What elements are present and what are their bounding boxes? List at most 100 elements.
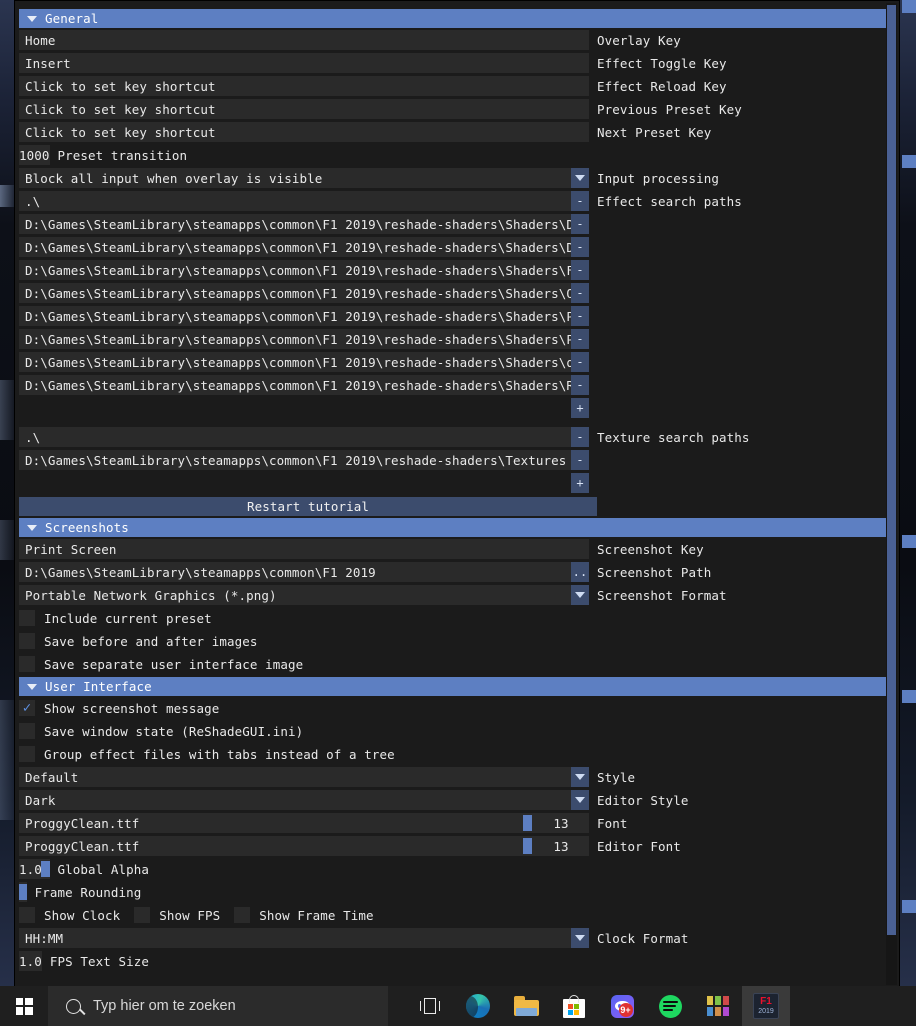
checkbox-box-show-frame-time[interactable] bbox=[234, 907, 251, 923]
checkbox-save-window-state[interactable]: Save window state (ReShadeGUI.ini) bbox=[19, 721, 899, 741]
effect-search-path-field[interactable]: D:\Games\SteamLibrary\steamapps\common\F… bbox=[19, 260, 571, 280]
preset-transition-slider[interactable]: 1000 bbox=[19, 145, 50, 165]
overlay-key-field[interactable]: Home bbox=[19, 30, 589, 50]
next-preset-key-field[interactable]: Click to set key shortcut bbox=[19, 122, 589, 142]
setting-row-input-processing: Block all input when overlay is visible … bbox=[19, 168, 899, 188]
fps-text-size-slider[interactable]: 1.0 bbox=[19, 951, 42, 971]
taskbar-button-winrar[interactable] bbox=[694, 986, 742, 1026]
effect-search-path-field[interactable]: D:\Games\SteamLibrary\steamapps\common\F… bbox=[19, 237, 571, 257]
font-label: Font bbox=[597, 815, 628, 831]
section-header-screenshots[interactable]: Screenshots bbox=[19, 518, 897, 537]
checkbox-box[interactable] bbox=[19, 610, 35, 626]
start-button[interactable] bbox=[0, 986, 48, 1026]
chevron-down-icon[interactable] bbox=[571, 585, 589, 605]
input-processing-value[interactable]: Block all input when overlay is visible bbox=[19, 168, 571, 188]
checkbox-include-current-preset[interactable]: Include current preset bbox=[19, 608, 899, 628]
slider-handle[interactable] bbox=[523, 838, 532, 854]
notification-badge: 9+ bbox=[618, 1002, 633, 1017]
remove-path-button[interactable]: - bbox=[571, 191, 589, 211]
editor-style-value[interactable]: Dark bbox=[19, 790, 571, 810]
slider-handle[interactable] bbox=[19, 884, 27, 900]
section-header-general[interactable]: General bbox=[19, 9, 897, 28]
restart-tutorial-button[interactable]: Restart tutorial bbox=[19, 497, 597, 516]
effect-search-path-field[interactable]: D:\Games\SteamLibrary\steamapps\common\F… bbox=[19, 283, 571, 303]
desktop-accent-mark bbox=[902, 155, 916, 168]
texture-search-path-field[interactable]: D:\Games\SteamLibrary\steamapps\common\F… bbox=[19, 450, 571, 470]
taskbar-button-file-explorer[interactable] bbox=[502, 986, 550, 1026]
setting-row-global-alpha: 1.00 Global Alpha bbox=[19, 859, 899, 879]
setting-row-editor-style: Dark Editor Style bbox=[19, 790, 899, 810]
checkbox-save-before-after[interactable]: Save before and after images bbox=[19, 631, 899, 651]
add-path-button[interactable]: + bbox=[571, 398, 589, 418]
checkbox-show-screenshot-message[interactable]: ✓ Show screenshot message bbox=[19, 698, 899, 718]
remove-path-button[interactable]: - bbox=[571, 427, 589, 447]
slider-handle[interactable] bbox=[523, 815, 532, 831]
taskbar-search-box[interactable]: Typ hier om te zoeken bbox=[48, 986, 388, 1026]
previous-preset-key-label: Previous Preset Key bbox=[597, 101, 742, 117]
checkbox-box[interactable]: ✓ bbox=[19, 700, 35, 716]
editor-font-size-slider[interactable]: 13 bbox=[519, 836, 589, 856]
chevron-down-icon[interactable] bbox=[571, 790, 589, 810]
taskbar-button-spotify[interactable] bbox=[646, 986, 694, 1026]
effect-search-path-row: D:\Games\SteamLibrary\steamapps\common\F… bbox=[19, 260, 899, 280]
remove-path-button[interactable]: - bbox=[571, 260, 589, 280]
remove-path-button[interactable]: - bbox=[571, 352, 589, 372]
browse-folder-button[interactable]: .. bbox=[571, 562, 589, 582]
setting-row-screenshot-path: D:\Games\SteamLibrary\steamapps\common\F… bbox=[19, 562, 899, 582]
effect-search-path-field[interactable]: .\ bbox=[19, 191, 571, 211]
checkbox-box[interactable] bbox=[19, 746, 35, 762]
chevron-down-icon[interactable] bbox=[571, 767, 589, 787]
add-path-button[interactable]: + bbox=[571, 473, 589, 493]
style-value[interactable]: Default bbox=[19, 767, 571, 787]
screenshot-key-field[interactable]: Print Screen bbox=[19, 539, 589, 559]
chevron-down-icon[interactable] bbox=[571, 168, 589, 188]
remove-path-button[interactable]: - bbox=[571, 237, 589, 257]
editor-font-name-field[interactable]: ProggyClean.ttf bbox=[19, 836, 519, 856]
remove-path-button[interactable]: - bbox=[571, 306, 589, 326]
font-size-slider[interactable]: 13 bbox=[519, 813, 589, 833]
checkbox-box[interactable] bbox=[19, 633, 35, 649]
checkbox-box[interactable] bbox=[19, 723, 35, 739]
taskbar-button-discord[interactable]: 9+ bbox=[598, 986, 646, 1026]
frame-rounding-slider[interactable]: 0 bbox=[19, 882, 27, 902]
clock-format-value[interactable]: HH:MM bbox=[19, 928, 571, 948]
font-name-field[interactable]: ProggyClean.ttf bbox=[19, 813, 519, 833]
chevron-down-icon[interactable] bbox=[571, 928, 589, 948]
screenshot-path-field[interactable]: D:\Games\SteamLibrary\steamapps\common\F… bbox=[19, 562, 571, 582]
effect-search-path-field[interactable]: D:\Games\SteamLibrary\steamapps\common\F… bbox=[19, 352, 571, 372]
taskbar-button-edge[interactable] bbox=[454, 986, 502, 1026]
panel-scrollbar[interactable] bbox=[886, 3, 897, 985]
effect-search-path-field[interactable]: D:\Games\SteamLibrary\steamapps\common\F… bbox=[19, 214, 571, 234]
effect-search-path-field[interactable]: D:\Games\SteamLibrary\steamapps\common\F… bbox=[19, 375, 571, 395]
effect-search-path-field[interactable]: D:\Games\SteamLibrary\steamapps\common\F… bbox=[19, 329, 571, 349]
effect-search-path-field[interactable]: D:\Games\SteamLibrary\steamapps\common\F… bbox=[19, 306, 571, 326]
checkbox-save-separate-ui-image[interactable]: Save separate user interface image bbox=[19, 654, 899, 674]
effect-reload-key-field[interactable]: Click to set key shortcut bbox=[19, 76, 589, 96]
remove-path-button[interactable]: - bbox=[571, 450, 589, 470]
remove-path-button[interactable]: - bbox=[571, 375, 589, 395]
texture-search-path-field[interactable]: .\ bbox=[19, 427, 571, 447]
f1-logo-text: F1 bbox=[760, 996, 772, 1007]
checkbox-box-show-clock[interactable] bbox=[19, 907, 35, 923]
panel-scrollbar-thumb[interactable] bbox=[887, 5, 896, 935]
overlay-key-label: Overlay Key bbox=[597, 32, 681, 48]
remove-path-button[interactable]: - bbox=[571, 214, 589, 234]
remove-path-button[interactable]: - bbox=[571, 283, 589, 303]
remove-path-button[interactable]: - bbox=[571, 329, 589, 349]
global-alpha-label: Global Alpha bbox=[57, 861, 150, 877]
global-alpha-slider[interactable]: 1.00 bbox=[19, 859, 50, 879]
checkbox-box-show-fps[interactable] bbox=[134, 907, 151, 923]
taskbar-button-task-view[interactable] bbox=[406, 986, 454, 1026]
taskbar-button-f1-2019[interactable]: F1 2019 bbox=[742, 986, 790, 1026]
checkbox-box[interactable] bbox=[19, 656, 35, 672]
previous-preset-key-field[interactable]: Click to set key shortcut bbox=[19, 99, 589, 119]
checkbox-group-effect-files-tabs[interactable]: Group effect files with tabs instead of … bbox=[19, 744, 899, 764]
screen-root: General Home Overlay Key Insert Effect T… bbox=[0, 0, 916, 1026]
taskbar-button-microsoft-store[interactable] bbox=[550, 986, 598, 1026]
slider-handle[interactable] bbox=[40, 861, 50, 877]
effect-toggle-key-field[interactable]: Insert bbox=[19, 53, 589, 73]
checkbox-label: Group effect files with tabs instead of … bbox=[44, 746, 395, 762]
screenshot-format-value[interactable]: Portable Network Graphics (*.png) bbox=[19, 585, 571, 605]
section-header-user-interface[interactable]: User Interface bbox=[19, 677, 897, 696]
